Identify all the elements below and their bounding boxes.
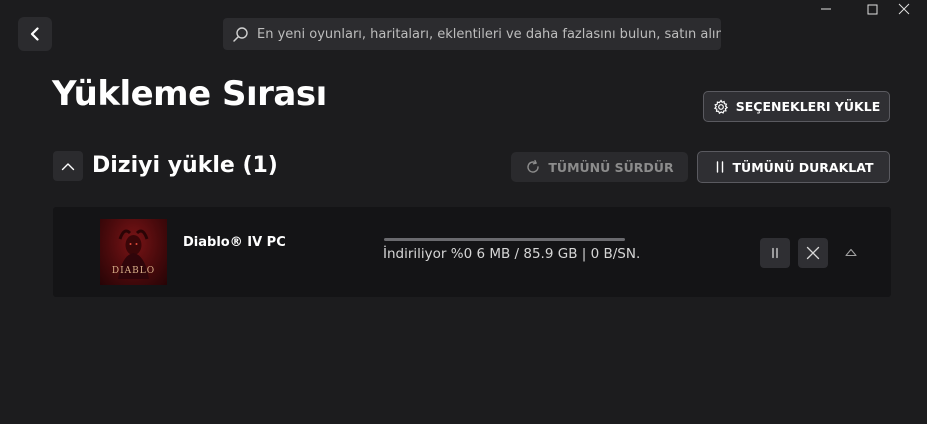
install-options-button[interactable]: SEÇENEKLERI YÜKLE xyxy=(703,91,890,122)
search-input[interactable] xyxy=(257,26,721,42)
resume-all-label: TÜMÜNÜ SÜRDÜR xyxy=(548,159,674,175)
search-bar[interactable] xyxy=(223,18,721,50)
queue-item[interactable]: DIABLO Diablo® IV PC İndiriliyor %0 6 MB… xyxy=(53,207,891,297)
collapse-queue-button[interactable] xyxy=(53,151,83,181)
pause-icon xyxy=(714,160,726,174)
triangle-up-icon xyxy=(845,248,857,257)
expand-item-button[interactable] xyxy=(839,240,863,264)
gear-icon xyxy=(713,98,729,115)
back-button[interactable] xyxy=(18,17,52,51)
download-progress-bar xyxy=(384,238,625,241)
cancel-item-button[interactable] xyxy=(798,238,828,268)
install-options-label: SEÇENEKLERI YÜKLE xyxy=(735,99,881,114)
game-name: Diablo® IV PC xyxy=(183,235,286,250)
pause-icon xyxy=(770,247,780,259)
close-window-button[interactable] xyxy=(881,0,927,18)
pause-all-button[interactable]: TÜMÜNÜ DURAKLAT xyxy=(697,151,890,183)
resume-all-button[interactable]: TÜMÜNÜ SÜRDÜR xyxy=(511,152,688,182)
thumbnail-logo: DIABLO xyxy=(111,266,156,276)
download-status: İndiriliyor %0 6 MB / 85.9 GB | 0 B/SN. xyxy=(383,246,641,262)
minimize-button[interactable] xyxy=(803,0,849,18)
close-icon xyxy=(806,246,820,260)
minimize-icon xyxy=(820,4,832,14)
queue-section-title: Diziyi yükle (1) xyxy=(92,153,278,178)
refresh-icon xyxy=(525,159,541,175)
pause-all-label: TÜMÜNÜ DURAKLAT xyxy=(732,159,874,175)
page-title: Yükleme Sırası xyxy=(52,74,327,114)
game-thumbnail: DIABLO xyxy=(100,219,167,285)
pause-item-button[interactable] xyxy=(760,238,790,268)
maximize-icon xyxy=(867,4,878,15)
chevron-left-icon xyxy=(29,27,41,41)
search-icon xyxy=(232,26,249,43)
chevron-up-icon xyxy=(61,162,75,171)
close-icon xyxy=(898,3,910,15)
